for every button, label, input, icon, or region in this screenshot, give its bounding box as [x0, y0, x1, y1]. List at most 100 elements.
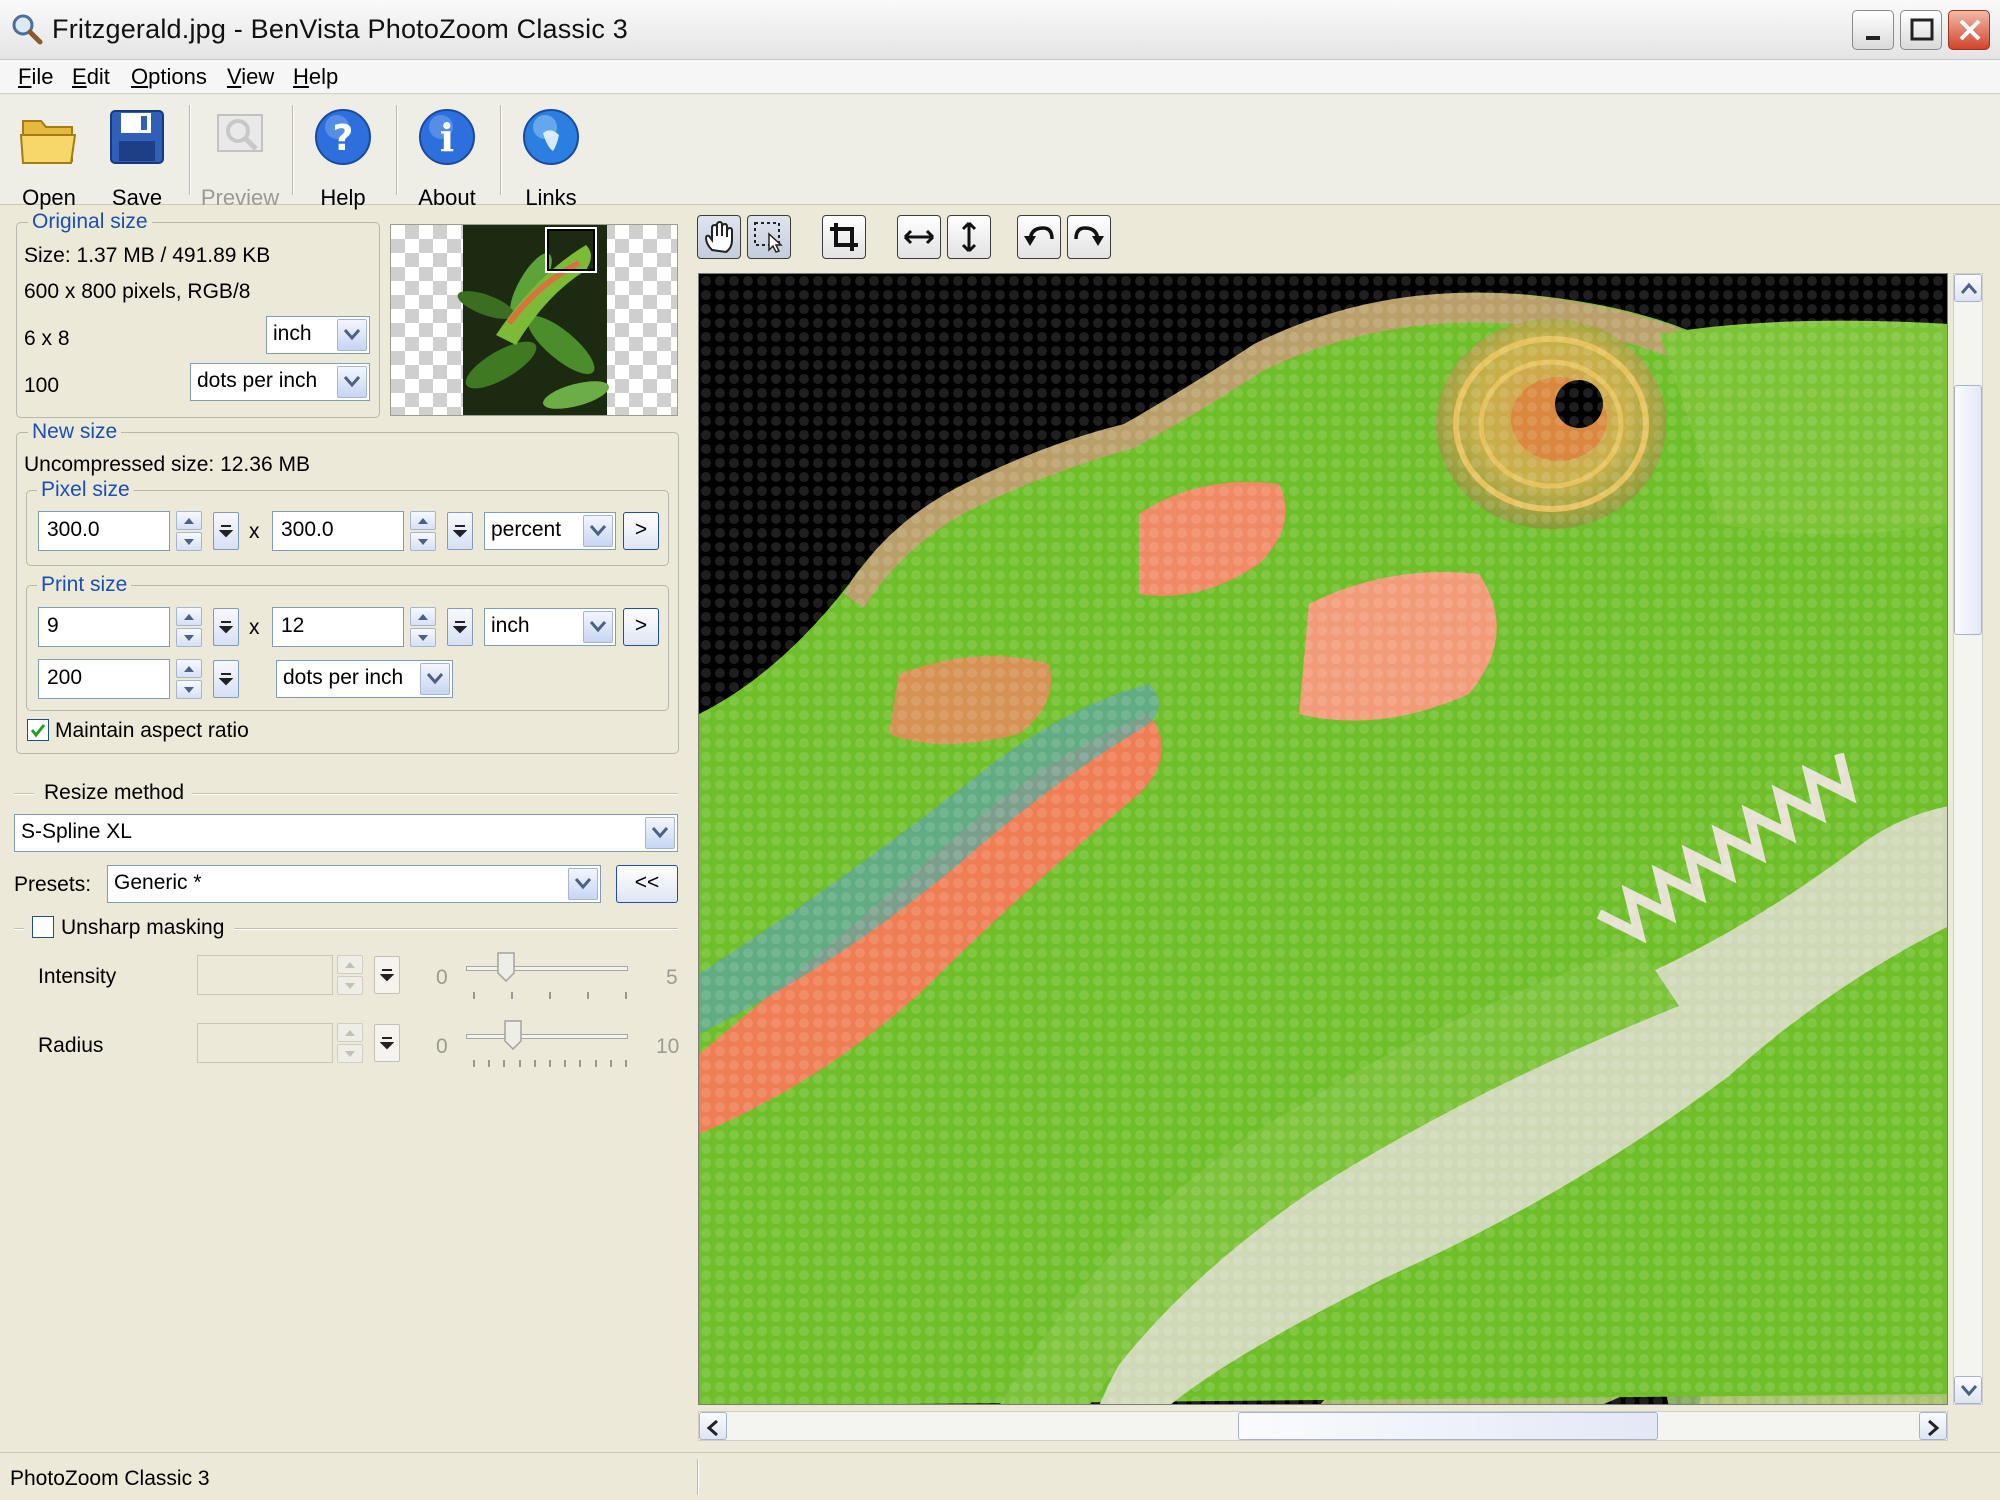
print-width-preset-dropdown[interactable]	[213, 608, 239, 646]
help-button[interactable]: ? Help	[302, 107, 384, 210]
horizontal-scrollbar[interactable]	[698, 1411, 1948, 1441]
fit-height-button[interactable]	[947, 215, 991, 259]
links-button[interactable]: Links	[510, 107, 592, 210]
about-button[interactable]: i About	[406, 107, 488, 210]
spin-down-icon[interactable]	[410, 532, 436, 551]
spin-up-icon[interactable]	[176, 659, 202, 678]
chevron-down-icon	[645, 817, 675, 849]
radius-input[interactable]	[197, 1023, 333, 1063]
print-size-apply-button[interactable]: >	[623, 608, 659, 646]
scroll-down-button[interactable]	[1954, 1376, 1982, 1404]
spin-up-icon[interactable]	[410, 607, 436, 626]
scroll-right-button[interactable]	[1919, 1412, 1947, 1440]
presets-manage-button[interactable]: <<	[616, 865, 678, 903]
minimize-button[interactable]	[1852, 10, 1894, 50]
radius-slider-ticks	[473, 1060, 627, 1067]
print-width-input[interactable]: 9	[38, 607, 170, 647]
arrow-up-icon	[1961, 282, 1977, 294]
print-height-input[interactable]: 12	[272, 607, 404, 647]
pixel-width-input[interactable]: 300.0	[38, 511, 170, 551]
print-resolution-unit-select[interactable]: dots per inch	[276, 660, 453, 698]
preview-button[interactable]: Preview	[199, 107, 281, 210]
intensity-slider-thumb[interactable]	[496, 952, 516, 982]
crop-button[interactable]	[822, 215, 866, 259]
radius-spinner[interactable]	[337, 1023, 363, 1063]
save-button[interactable]: Save	[96, 107, 178, 210]
radius-slider-track[interactable]	[466, 1034, 628, 1039]
intensity-slider-track[interactable]	[466, 966, 628, 971]
intensity-input[interactable]	[197, 955, 333, 995]
print-height-spinner[interactable]	[410, 607, 436, 647]
print-height-preset-dropdown[interactable]	[447, 608, 473, 646]
print-unit-select[interactable]: inch	[484, 608, 616, 646]
spin-down-icon[interactable]	[337, 976, 363, 995]
menu-edit[interactable]: Edit	[72, 64, 110, 90]
title-bar[interactable]: Fritzgerald.jpg - BenVista PhotoZoom Cla…	[0, 0, 2000, 60]
original-unit-select[interactable]: inch	[266, 316, 370, 354]
vertical-scroll-thumb[interactable]	[1954, 384, 1982, 635]
radius-slider-thumb[interactable]	[503, 1020, 523, 1050]
divider	[14, 928, 24, 930]
intensity-spinner[interactable]	[337, 955, 363, 995]
print-width-spinner[interactable]	[176, 607, 202, 647]
checkmark-icon	[30, 724, 46, 738]
maintain-aspect-label[interactable]: Maintain aspect ratio	[55, 719, 249, 743]
maximize-icon	[1910, 18, 1934, 41]
print-resolution-input[interactable]: 200	[38, 659, 170, 699]
pixel-width-spinner[interactable]	[176, 511, 202, 551]
app-window: Fritzgerald.jpg - BenVista PhotoZoom Cla…	[0, 0, 2000, 1500]
rotate-left-button[interactable]	[1017, 215, 1061, 259]
print-resolution-spinner[interactable]	[176, 659, 202, 699]
menu-help[interactable]: Help	[293, 64, 338, 90]
intensity-min: 0	[436, 966, 448, 989]
print-resolution-preset-dropdown[interactable]	[213, 660, 239, 698]
scroll-up-button[interactable]	[1954, 274, 1982, 302]
hand-tool-button[interactable]	[697, 215, 741, 259]
help-label: Help	[320, 185, 366, 210]
pixel-size-apply-button[interactable]: >	[623, 512, 659, 550]
resize-method-select[interactable]: S-Spline XL	[14, 814, 678, 852]
radius-preset-dropdown[interactable]	[374, 1024, 400, 1062]
pixel-unit-select[interactable]: percent	[484, 512, 616, 550]
image-navigator-thumbnail[interactable]	[390, 224, 678, 416]
spin-down-icon[interactable]	[410, 628, 436, 647]
rotate-right-button[interactable]	[1067, 215, 1111, 259]
spin-up-icon[interactable]	[410, 511, 436, 530]
pixel-height-input[interactable]: 300.0	[272, 511, 404, 551]
spin-up-icon[interactable]	[337, 1023, 363, 1042]
status-bar: PhotoZoom Classic 3	[0, 1452, 2000, 1500]
intensity-preset-dropdown[interactable]	[374, 956, 400, 994]
pixel-height-preset-dropdown[interactable]	[447, 512, 473, 550]
toolbar-separator	[292, 105, 294, 195]
spin-down-icon[interactable]	[176, 532, 202, 551]
unsharp-masking-checkbox[interactable]	[32, 916, 54, 938]
menu-view[interactable]: View	[227, 64, 274, 90]
close-button[interactable]	[1948, 10, 1990, 50]
original-resolution-unit-select[interactable]: dots per inch	[190, 363, 370, 401]
spin-up-icon[interactable]	[337, 955, 363, 974]
scroll-left-button[interactable]	[699, 1412, 727, 1440]
intensity-max: 5	[666, 966, 678, 989]
menu-file[interactable]: File	[18, 64, 53, 90]
spin-down-icon[interactable]	[337, 1044, 363, 1063]
dropdown-arrow-icon	[453, 525, 467, 538]
spin-down-icon[interactable]	[176, 628, 202, 647]
vertical-scrollbar[interactable]	[1953, 273, 1983, 1405]
divider	[14, 793, 34, 795]
horizontal-scroll-thumb[interactable]	[1237, 1412, 1658, 1440]
presets-select[interactable]: Generic *	[107, 865, 601, 903]
fit-width-button[interactable]	[897, 215, 941, 259]
maintain-aspect-checkbox[interactable]	[27, 719, 49, 741]
about-label: About	[418, 185, 476, 210]
spin-up-icon[interactable]	[176, 511, 202, 530]
image-preview-canvas[interactable]	[698, 273, 1948, 1405]
pixel-height-spinner[interactable]	[410, 511, 436, 551]
select-tool-button[interactable]	[747, 215, 791, 259]
spin-up-icon[interactable]	[176, 607, 202, 626]
pixel-width-preset-dropdown[interactable]	[213, 512, 239, 550]
unsharp-masking-label[interactable]: Unsharp masking	[61, 916, 224, 940]
spin-down-icon[interactable]	[176, 680, 202, 699]
maximize-button[interactable]	[1900, 10, 1942, 50]
open-button[interactable]: Open	[8, 107, 90, 210]
menu-options[interactable]: Options	[131, 64, 207, 90]
